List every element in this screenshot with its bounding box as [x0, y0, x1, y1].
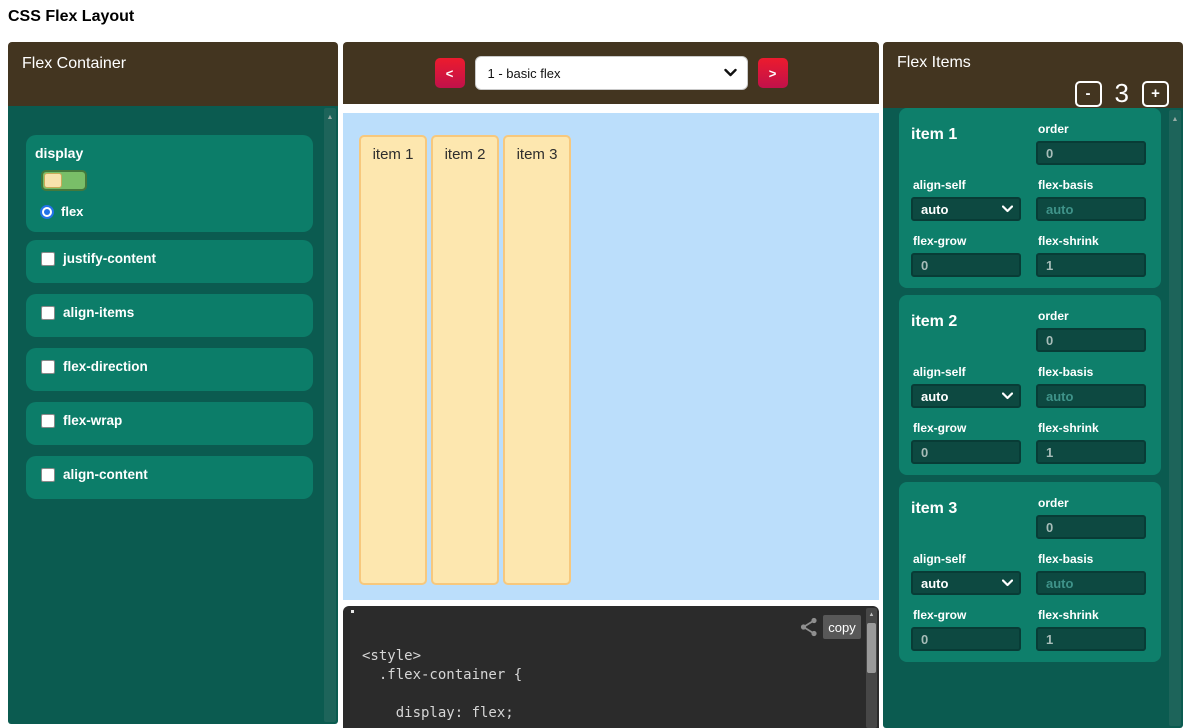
- item-3-align-self-select[interactable]: auto: [911, 571, 1021, 595]
- flex-container-title: Flex Container: [22, 55, 126, 72]
- flex-container-header: Flex Container: [8, 42, 338, 106]
- flex-grow-label: flex-grow: [913, 421, 1021, 435]
- flex-wrap-label[interactable]: flex-wrap: [63, 413, 122, 428]
- display-flex-radio-row: flex: [40, 204, 301, 219]
- flex-shrink-label: flex-shrink: [1038, 421, 1146, 435]
- item-1-title: item 1: [911, 126, 1021, 165]
- flex-items-title: Flex Items: [897, 54, 971, 71]
- item-1-align-self-select[interactable]: auto: [911, 197, 1021, 221]
- align-items-checkbox[interactable]: [41, 306, 55, 320]
- flex-preview-item-3: item 3: [503, 135, 571, 585]
- next-example-button[interactable]: >: [758, 58, 788, 88]
- flex-wrap-checkbox[interactable]: [41, 414, 55, 428]
- item-1-flex-basis-input[interactable]: [1036, 197, 1146, 221]
- flex-preview-item-2: item 2: [431, 135, 499, 585]
- prev-example-button[interactable]: <: [435, 58, 465, 88]
- item-1-align-self-wrap: auto: [911, 197, 1021, 221]
- item-2-flex-shrink-input[interactable]: [1036, 440, 1146, 464]
- example-select-wrap: 1 - basic flex: [475, 56, 748, 90]
- item-3-flex-grow-input[interactable]: [911, 627, 1021, 651]
- item-1-order-input[interactable]: [1036, 141, 1146, 165]
- align-self-label: align-self: [913, 178, 1021, 192]
- justify-content-checkbox[interactable]: [41, 252, 55, 266]
- flex-container-panel: Flex Container ▲ display flex justify-co…: [8, 42, 338, 726]
- item-1-flex-shrink-input[interactable]: [1036, 253, 1146, 277]
- flex-shrink-label: flex-shrink: [1038, 608, 1146, 622]
- display-toggle[interactable]: [41, 170, 87, 191]
- display-label: display: [35, 145, 301, 161]
- item-2-align-self-wrap: auto: [911, 384, 1021, 408]
- flex-basis-label: flex-basis: [1038, 365, 1146, 379]
- flex-radio-label[interactable]: flex: [61, 204, 83, 219]
- item-3-align-self-wrap: auto: [911, 571, 1021, 595]
- align-items-card: align-items: [26, 294, 313, 337]
- item-2-align-self-select[interactable]: auto: [911, 384, 1021, 408]
- display-control-card: display flex: [26, 135, 313, 232]
- flex-direction-card: flex-direction: [26, 348, 313, 391]
- flex-items-header: Flex Items - 3 +: [883, 42, 1183, 108]
- item-1-card: item 1 order align-self auto flex-basis: [899, 108, 1161, 288]
- flex-radio[interactable]: [40, 205, 54, 219]
- code-scroll-up-icon[interactable]: ▲: [866, 608, 877, 618]
- item-1-flex-grow-input[interactable]: [911, 253, 1021, 277]
- code-output-area: copy <style> .flex-container { display: …: [343, 606, 879, 728]
- increase-items-button[interactable]: +: [1142, 81, 1169, 107]
- item-2-card: item 2 order align-self auto flex-basis: [899, 295, 1161, 475]
- left-panel-scrollbar[interactable]: ▲: [324, 108, 336, 722]
- flex-shrink-label: flex-shrink: [1038, 234, 1146, 248]
- flex-container-body: ▲ display flex justify-content align-ite…: [8, 106, 338, 724]
- example-select[interactable]: 1 - basic flex: [475, 56, 748, 90]
- justify-content-label[interactable]: justify-content: [63, 251, 156, 266]
- flex-grow-label: flex-grow: [913, 608, 1021, 622]
- code-cursor-dot: [351, 610, 354, 613]
- copy-code-button[interactable]: copy: [823, 615, 861, 639]
- flex-preview-container: item 1 item 2 item 3: [343, 113, 879, 600]
- flex-items-body: ▲ item 1 order align-self auto: [883, 108, 1183, 728]
- item-2-title: item 2: [911, 313, 1021, 352]
- align-content-card: align-content: [26, 456, 313, 499]
- align-self-label: align-self: [913, 552, 1021, 566]
- right-panel-scrollbar[interactable]: ▲: [1169, 110, 1181, 726]
- flex-items-panel: Flex Items - 3 + ▲ item 1 order align-se…: [883, 42, 1183, 728]
- flex-basis-label: flex-basis: [1038, 178, 1146, 192]
- item-2-flex-grow-input[interactable]: [911, 440, 1021, 464]
- flex-preview-item-1: item 1: [359, 135, 427, 585]
- align-self-label: align-self: [913, 365, 1021, 379]
- code-scrollbar[interactable]: ▲: [866, 608, 877, 728]
- preview-panel: < 1 - basic flex > item 1 item 2 item 3 …: [343, 42, 879, 728]
- code-scrollbar-thumb[interactable]: [867, 623, 876, 673]
- item-count-control: - 3 +: [1075, 78, 1169, 109]
- scroll-up-icon[interactable]: ▲: [324, 108, 336, 121]
- order-label: order: [1038, 309, 1146, 323]
- page-title: CSS Flex Layout: [8, 8, 134, 26]
- css-code-text: <style> .flex-container { display: flex;: [343, 606, 879, 723]
- flex-wrap-card: flex-wrap: [26, 402, 313, 445]
- item-2-order-input[interactable]: [1036, 328, 1146, 352]
- item-3-order-input[interactable]: [1036, 515, 1146, 539]
- item-3-card: item 3 order align-self auto flex-basis: [899, 482, 1161, 662]
- share-icon[interactable]: [800, 617, 818, 642]
- flex-grow-label: flex-grow: [913, 234, 1021, 248]
- align-content-checkbox[interactable]: [41, 468, 55, 482]
- flex-basis-label: flex-basis: [1038, 552, 1146, 566]
- item-3-flex-basis-input[interactable]: [1036, 571, 1146, 595]
- display-toggle-knob[interactable]: [44, 173, 62, 188]
- justify-content-card: justify-content: [26, 240, 313, 283]
- align-items-label[interactable]: align-items: [63, 305, 134, 320]
- decrease-items-button[interactable]: -: [1075, 81, 1102, 107]
- item-3-title: item 3: [911, 500, 1021, 539]
- item-3-flex-shrink-input[interactable]: [1036, 627, 1146, 651]
- order-label: order: [1038, 122, 1146, 136]
- order-label: order: [1038, 496, 1146, 510]
- scroll-up-icon[interactable]: ▲: [1169, 110, 1181, 123]
- flex-direction-label[interactable]: flex-direction: [63, 359, 148, 374]
- flex-direction-checkbox[interactable]: [41, 360, 55, 374]
- example-nav-header: < 1 - basic flex >: [343, 42, 879, 104]
- align-content-label[interactable]: align-content: [63, 467, 148, 482]
- item-count-value: 3: [1115, 78, 1129, 109]
- item-2-flex-basis-input[interactable]: [1036, 384, 1146, 408]
